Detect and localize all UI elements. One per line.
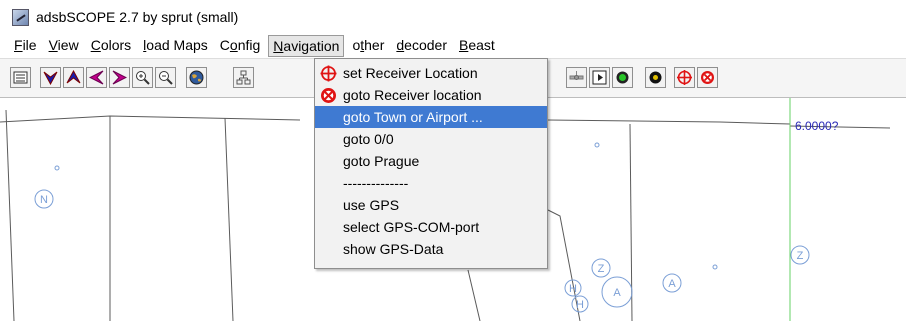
map-dot bbox=[54, 165, 60, 171]
marker-label: H bbox=[576, 299, 584, 311]
green-dot-icon bbox=[616, 71, 629, 84]
globe-icon bbox=[189, 70, 204, 85]
window-title: adsbSCOPE 2.7 by sprut (small) bbox=[36, 9, 239, 25]
target-icon bbox=[701, 71, 714, 84]
network-button[interactable] bbox=[233, 67, 254, 88]
map-border-line bbox=[0, 115, 301, 123]
green-dot-button[interactable] bbox=[612, 67, 633, 88]
network-icon bbox=[236, 70, 251, 85]
arrow-up-icon bbox=[66, 70, 81, 84]
menu-colors[interactable]: Colors bbox=[87, 35, 135, 57]
menu-config[interactable]: Config bbox=[216, 35, 265, 57]
pan-down-button[interactable] bbox=[40, 67, 61, 88]
menu-other[interactable]: other bbox=[348, 35, 388, 57]
menu-item-set-receiver-location[interactable]: set Receiver Location bbox=[315, 62, 547, 84]
map-border-line bbox=[547, 119, 791, 125]
menu-bar: File View Colors load Maps Config Naviga… bbox=[0, 34, 906, 58]
map-border-line bbox=[5, 109, 15, 321]
map-border-line bbox=[467, 269, 481, 321]
marker-label: A bbox=[668, 278, 676, 290]
zoom-in-button[interactable] bbox=[132, 67, 153, 88]
menu-item-use-gps[interactable]: use GPS bbox=[315, 194, 547, 216]
list-button[interactable] bbox=[10, 67, 31, 88]
menu-file[interactable]: File bbox=[10, 35, 41, 57]
zoom-out-button[interactable] bbox=[155, 67, 176, 88]
app-icon bbox=[12, 8, 29, 26]
scale-label: 6.0000? bbox=[795, 119, 839, 133]
menu-item-select-gps-com-port[interactable]: select GPS-COM-port bbox=[315, 216, 547, 238]
pan-left-button[interactable] bbox=[86, 67, 107, 88]
crosshair-button[interactable] bbox=[674, 67, 695, 88]
crosshair-icon bbox=[677, 70, 692, 85]
marker-label: A bbox=[613, 287, 621, 299]
title-bar: adsbSCOPE 2.7 by sprut (small) bbox=[0, 0, 906, 34]
menu-beast[interactable]: Beast bbox=[455, 35, 499, 57]
menu-item-goto-prague[interactable]: goto Prague bbox=[315, 150, 547, 172]
menu-navigation[interactable]: Navigation bbox=[268, 35, 345, 57]
target-icon bbox=[321, 88, 336, 103]
black-dot-icon bbox=[649, 71, 662, 84]
menu-item-goto-receiver-location[interactable]: goto Receiver location bbox=[315, 84, 547, 106]
globe-button[interactable] bbox=[186, 67, 207, 88]
marker-label: Z bbox=[797, 250, 804, 262]
target-button[interactable] bbox=[697, 67, 718, 88]
black-dot-button[interactable] bbox=[645, 67, 666, 88]
pan-right-button[interactable] bbox=[109, 67, 130, 88]
navigation-dropdown: set Receiver Location goto Receiver loca… bbox=[314, 58, 548, 269]
pan-up-button[interactable] bbox=[63, 67, 84, 88]
map-border-line bbox=[224, 117, 234, 321]
arrow-left-icon bbox=[89, 70, 104, 85]
map-dot bbox=[712, 264, 718, 270]
list-icon bbox=[13, 71, 28, 84]
zoom-out-icon bbox=[159, 71, 173, 85]
play-button[interactable] bbox=[589, 67, 610, 88]
menu-view[interactable]: View bbox=[45, 35, 83, 57]
map-dot bbox=[594, 142, 600, 148]
menu-separator: -------------- bbox=[343, 175, 409, 191]
marker-label: H bbox=[569, 283, 577, 295]
menu-decoder[interactable]: decoder bbox=[392, 35, 451, 57]
arrow-right-icon bbox=[112, 70, 127, 85]
menu-item-show-gps-data[interactable]: show GPS-Data bbox=[315, 238, 547, 260]
menu-item-goto-0-0[interactable]: goto 0/0 bbox=[315, 128, 547, 150]
menu-item-goto-town-or-airport[interactable]: goto Town or Airport ... bbox=[315, 106, 547, 128]
arrow-down-icon bbox=[43, 71, 58, 85]
play-icon bbox=[592, 70, 607, 85]
crosshair-icon bbox=[320, 65, 337, 82]
satellite-button[interactable] bbox=[566, 67, 587, 88]
marker-label: N bbox=[40, 194, 48, 206]
satellite-icon bbox=[569, 71, 584, 80]
menu-load-maps[interactable]: load Maps bbox=[139, 35, 212, 57]
marker-label: Z bbox=[598, 263, 605, 275]
zoom-in-icon bbox=[136, 71, 150, 85]
